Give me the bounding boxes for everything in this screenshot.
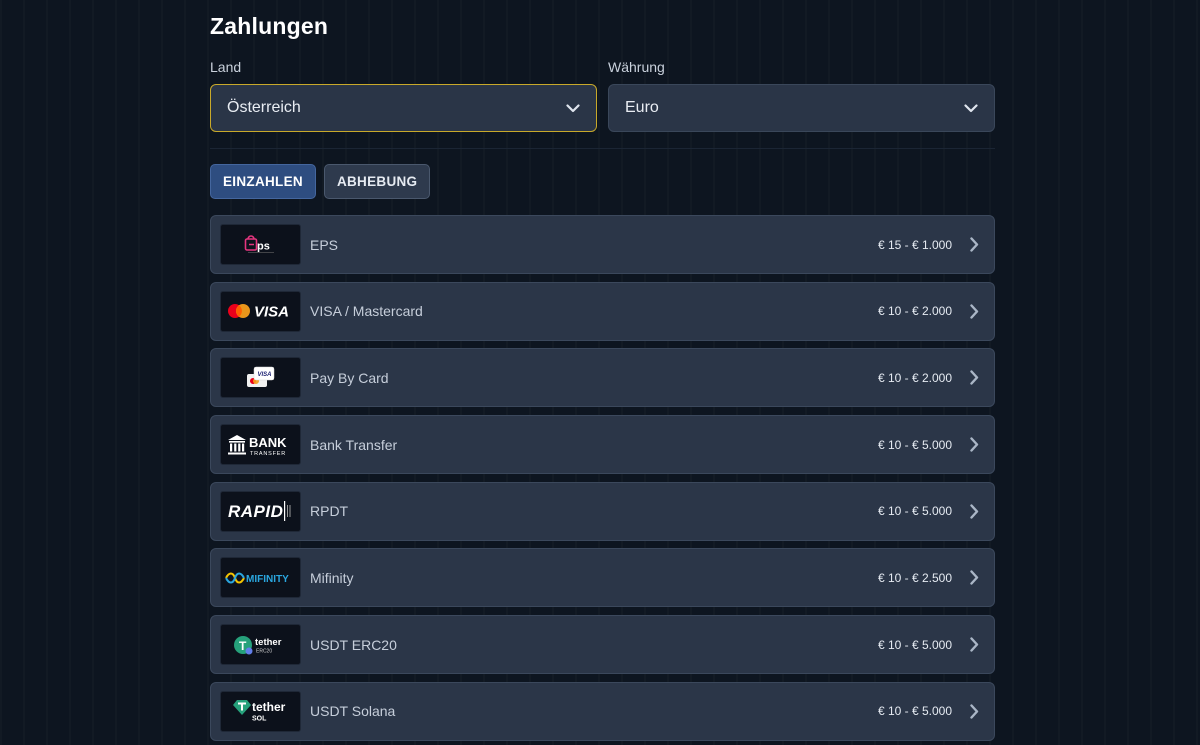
method-range: € 15 - € 1.000 <box>877 237 952 252</box>
method-name: USDT Solana <box>310 703 396 720</box>
svg-text:ERC20: ERC20 <box>256 648 272 654</box>
chevron-down-icon <box>566 101 580 115</box>
method-range: € 10 - € 5.000 <box>877 504 952 519</box>
method-name: EPS <box>310 236 339 253</box>
svg-text:RAPID: RAPID <box>228 502 283 521</box>
method-name: Bank Transfer <box>310 436 398 453</box>
pay-by-card-logo-icon: VISA <box>220 357 301 399</box>
visa-mastercard-logo-icon: VISA <box>220 290 301 332</box>
payment-tabs: EINZAHLEN ABHEBUNG <box>210 164 431 199</box>
chevron-down-icon <box>964 101 978 115</box>
method-range: € 10 - € 2.500 <box>877 570 952 585</box>
method-name: Pay By Card <box>310 369 389 386</box>
method-name: Mifinity <box>310 569 354 586</box>
country-select[interactable]: Österreich <box>210 84 597 132</box>
chevron-right-icon <box>967 437 981 452</box>
method-range: € 10 - € 5.000 <box>877 437 952 452</box>
tab-abhebung[interactable]: ABHEBUNG <box>323 164 431 199</box>
page-title: Zahlungen <box>210 13 329 39</box>
bank-transfer-logo-icon: BANK TRANSFER <box>220 424 301 466</box>
method-range: € 10 - € 5.000 <box>877 637 952 652</box>
currency-label: Währung <box>608 59 665 75</box>
tab-einzahlen[interactable]: EINZAHLEN <box>210 164 316 199</box>
svg-text:tether: tether <box>255 637 282 648</box>
payment-method-visa-mastercard[interactable]: VISA VISA / Mastercard € 10 - € 2.000 <box>210 281 995 341</box>
svg-text:SOL: SOL <box>252 716 267 723</box>
rapid-logo-icon: RAPID <box>220 490 301 532</box>
svg-text:VISA: VISA <box>254 304 289 321</box>
method-range: € 10 - € 2.000 <box>877 304 952 319</box>
method-name: USDT ERC20 <box>310 636 397 653</box>
svg-text:BANK: BANK <box>249 435 287 450</box>
payment-method-rpdt[interactable]: RAPID RPDT € 10 - € 5.000 <box>210 481 995 541</box>
payment-method-list: ps EPS € 15 - € 1.000 VISA VISA / Master… <box>210 215 995 745</box>
eps-logo-icon: ps <box>220 224 301 265</box>
mifinity-logo-icon: MIFINITY <box>220 557 301 599</box>
tether-sol-logo-icon: tether SOL <box>220 690 301 732</box>
payment-method-bank-transfer[interactable]: BANK TRANSFER Bank Transfer € 10 - € 5.0… <box>210 415 995 475</box>
chevron-right-icon <box>967 370 981 386</box>
payment-method-usdt-erc20[interactable]: T tether ERC20 USDT ERC20 € 10 - € 5.000 <box>210 615 995 675</box>
payment-method-usdt-solana[interactable]: tether SOL USDT Solana € 10 - € 5.000 <box>210 681 995 741</box>
svg-text:VISA: VISA <box>257 372 271 378</box>
svg-text:TRANSFER: TRANSFER <box>250 451 286 457</box>
currency-select[interactable]: Euro <box>608 84 995 132</box>
chevron-right-icon <box>967 303 981 319</box>
method-range: € 10 - € 2.000 <box>877 370 952 385</box>
tether-erc20-logo-icon: T tether ERC20 <box>220 624 301 666</box>
svg-text:MIFINITY: MIFINITY <box>246 574 289 585</box>
chevron-right-icon <box>967 704 981 719</box>
payment-method-pay-by-card[interactable]: VISA Pay By Card € 10 - € 2.000 <box>210 348 995 408</box>
chevron-right-icon <box>967 237 981 252</box>
payment-method-mifinity[interactable]: MIFINITY Mifinity € 10 - € 2.500 <box>210 548 995 608</box>
payment-method-eps[interactable]: ps EPS € 15 - € 1.000 <box>210 215 995 274</box>
method-name: RPDT <box>310 503 349 520</box>
currency-value: Euro <box>625 99 659 116</box>
svg-text:ps: ps <box>257 240 270 252</box>
country-value: Österreich <box>227 99 301 116</box>
country-label: Land <box>210 59 242 75</box>
chevron-right-icon <box>967 637 981 652</box>
divider <box>210 148 995 149</box>
chevron-right-icon <box>967 570 981 586</box>
svg-text:tether: tether <box>252 700 286 714</box>
method-name: VISA / Mastercard <box>310 303 423 320</box>
chevron-right-icon <box>967 504 981 519</box>
method-range: € 10 - € 5.000 <box>877 704 952 719</box>
